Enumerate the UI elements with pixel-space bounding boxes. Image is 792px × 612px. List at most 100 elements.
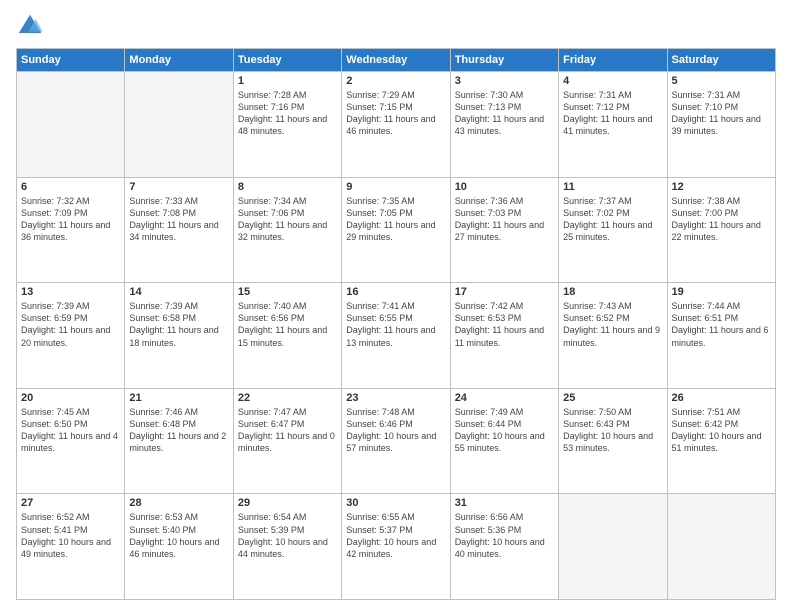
- day-info: Sunrise: 7:31 AMSunset: 7:12 PMDaylight:…: [563, 89, 662, 138]
- header: [16, 12, 776, 40]
- day-number: 30: [346, 497, 445, 509]
- weekday-header-tuesday: Tuesday: [233, 49, 341, 72]
- calendar-cell: 9 Sunrise: 7:35 AMSunset: 7:05 PMDaylight…: [342, 177, 450, 283]
- calendar-cell: 18 Sunrise: 7:43 AMSunset: 6:52 PMDayligh…: [559, 283, 667, 389]
- calendar-cell: 7 Sunrise: 7:33 AMSunset: 7:08 PMDaylight…: [125, 177, 233, 283]
- weekday-header-sunday: Sunday: [17, 49, 125, 72]
- logo-icon: [16, 12, 44, 40]
- day-number: 20: [21, 392, 120, 404]
- calendar-cell: 11Sunrise: 7:37 AMSunset: 7:02 PMDayligh…: [559, 177, 667, 283]
- calendar-cell: [17, 72, 125, 178]
- logo: [16, 12, 48, 40]
- day-number: 23: [346, 392, 445, 404]
- calendar-cell: 10 Sunrise: 7:36 AMSunset: 7:03 PMDayligh…: [450, 177, 558, 283]
- day-number: 17: [455, 286, 554, 298]
- weekday-header-monday: Monday: [125, 49, 233, 72]
- day-number: 19: [672, 286, 771, 298]
- day-number: 24: [455, 392, 554, 404]
- day-number: 22: [238, 392, 337, 404]
- calendar-cell: 31Sunrise: 6:56 AMSunset: 5:36 PMDayligh…: [450, 494, 558, 600]
- day-number: 14: [129, 286, 228, 298]
- day-number: 7: [129, 181, 228, 193]
- day-info: Sunrise: 7:39 AMSunset: 6:58 PMDaylight:…: [129, 300, 228, 349]
- day-info: Sunrise: 7:33 AMSunset: 7:08 PMDaylight:…: [129, 195, 228, 244]
- day-info: Sunrise: 7:40 AMSunset: 6:56 PMDaylight:…: [238, 300, 337, 349]
- day-number: 8: [238, 181, 337, 193]
- calendar-week-row: 6 Sunrise: 7:32 AMSunset: 7:09 PMDaylight…: [17, 177, 776, 283]
- calendar-cell: 19 Sunrise: 7:44 AMSunset: 6:51 PMDayligh…: [667, 283, 775, 389]
- calendar-cell: 29 Sunrise: 6:54 AMSunset: 5:39 PMDayligh…: [233, 494, 341, 600]
- day-number: 9: [346, 181, 445, 193]
- day-number: 29: [238, 497, 337, 509]
- day-info: Sunrise: 7:41 AMSunset: 6:55 PMDaylight:…: [346, 300, 445, 349]
- calendar-cell: 1Sunrise: 7:28 AMSunset: 7:16 PMDaylight…: [233, 72, 341, 178]
- calendar-cell: 3 Sunrise: 7:30 AMSunset: 7:13 PMDaylight…: [450, 72, 558, 178]
- weekday-header-row: SundayMondayTuesdayWednesdayThursdayFrid…: [17, 49, 776, 72]
- day-number: 16: [346, 286, 445, 298]
- calendar-cell: [125, 72, 233, 178]
- calendar-cell: 2 Sunrise: 7:29 AMSunset: 7:15 PMDaylight…: [342, 72, 450, 178]
- day-number: 26: [672, 392, 771, 404]
- day-info: Sunrise: 7:36 AMSunset: 7:03 PMDaylight:…: [455, 195, 554, 244]
- calendar-cell: 24Sunrise: 7:49 AMSunset: 6:44 PMDayligh…: [450, 388, 558, 494]
- calendar-cell: 20 Sunrise: 7:45 AMSunset: 6:50 PMDayligh…: [17, 388, 125, 494]
- day-number: 10: [455, 181, 554, 193]
- page: SundayMondayTuesdayWednesdayThursdayFrid…: [0, 0, 792, 612]
- day-info: Sunrise: 7:34 AMSunset: 7:06 PMDaylight:…: [238, 195, 337, 244]
- day-info: Sunrise: 7:32 AMSunset: 7:09 PMDaylight:…: [21, 195, 120, 244]
- calendar-cell: 26Sunrise: 7:51 AMSunset: 6:42 PMDayligh…: [667, 388, 775, 494]
- day-number: 31: [455, 497, 554, 509]
- calendar-cell: 6 Sunrise: 7:32 AMSunset: 7:09 PMDaylight…: [17, 177, 125, 283]
- calendar-week-row: 1Sunrise: 7:28 AMSunset: 7:16 PMDaylight…: [17, 72, 776, 178]
- day-number: 2: [346, 75, 445, 87]
- calendar-cell: 27 Sunrise: 6:52 AMSunset: 5:41 PMDayligh…: [17, 494, 125, 600]
- calendar-cell: 4 Sunrise: 7:31 AMSunset: 7:12 PMDaylight…: [559, 72, 667, 178]
- day-number: 12: [672, 181, 771, 193]
- day-number: 5: [672, 75, 771, 87]
- day-info: Sunrise: 7:30 AMSunset: 7:13 PMDaylight:…: [455, 89, 554, 138]
- day-number: 25: [563, 392, 662, 404]
- day-info: Sunrise: 7:47 AMSunset: 6:47 PMDaylight:…: [238, 406, 337, 455]
- day-info: Sunrise: 6:55 AMSunset: 5:37 PMDaylight:…: [346, 511, 445, 560]
- calendar-cell: 5 Sunrise: 7:31 AMSunset: 7:10 PMDaylight…: [667, 72, 775, 178]
- day-info: Sunrise: 7:31 AMSunset: 7:10 PMDaylight:…: [672, 89, 771, 138]
- calendar-cell: 13 Sunrise: 7:39 AMSunset: 6:59 PMDayligh…: [17, 283, 125, 389]
- day-number: 27: [21, 497, 120, 509]
- calendar-cell: 12 Sunrise: 7:38 AMSunset: 7:00 PMDayligh…: [667, 177, 775, 283]
- day-number: 4: [563, 75, 662, 87]
- day-info: Sunrise: 7:39 AMSunset: 6:59 PMDaylight:…: [21, 300, 120, 349]
- day-info: Sunrise: 7:38 AMSunset: 7:00 PMDaylight:…: [672, 195, 771, 244]
- day-info: Sunrise: 7:35 AMSunset: 7:05 PMDaylight:…: [346, 195, 445, 244]
- calendar-cell: 8 Sunrise: 7:34 AMSunset: 7:06 PMDaylight…: [233, 177, 341, 283]
- day-number: 28: [129, 497, 228, 509]
- day-info: Sunrise: 6:52 AMSunset: 5:41 PMDaylight:…: [21, 511, 120, 560]
- calendar-table: SundayMondayTuesdayWednesdayThursdayFrid…: [16, 48, 776, 600]
- day-number: 3: [455, 75, 554, 87]
- day-info: Sunrise: 6:53 AMSunset: 5:40 PMDaylight:…: [129, 511, 228, 560]
- calendar-cell: 22 Sunrise: 7:47 AMSunset: 6:47 PMDayligh…: [233, 388, 341, 494]
- day-info: Sunrise: 7:46 AMSunset: 6:48 PMDaylight:…: [129, 406, 228, 455]
- day-info: Sunrise: 7:45 AMSunset: 6:50 PMDaylight:…: [21, 406, 120, 455]
- calendar-cell: 30 Sunrise: 6:55 AMSunset: 5:37 PMDayligh…: [342, 494, 450, 600]
- weekday-header-wednesday: Wednesday: [342, 49, 450, 72]
- day-info: Sunrise: 7:43 AMSunset: 6:52 PMDaylight:…: [563, 300, 662, 349]
- day-info: Sunrise: 7:44 AMSunset: 6:51 PMDaylight:…: [672, 300, 771, 349]
- calendar-cell: [559, 494, 667, 600]
- calendar-cell: 15 Sunrise: 7:40 AMSunset: 6:56 PMDayligh…: [233, 283, 341, 389]
- calendar-cell: 28 Sunrise: 6:53 AMSunset: 5:40 PMDayligh…: [125, 494, 233, 600]
- calendar-cell: 14 Sunrise: 7:39 AMSunset: 6:58 PMDayligh…: [125, 283, 233, 389]
- day-number: 1: [238, 75, 337, 87]
- calendar-cell: 16 Sunrise: 7:41 AMSunset: 6:55 PMDayligh…: [342, 283, 450, 389]
- calendar-cell: 25 Sunrise: 7:50 AMSunset: 6:43 PMDayligh…: [559, 388, 667, 494]
- calendar-cell: 21 Sunrise: 7:46 AMSunset: 6:48 PMDayligh…: [125, 388, 233, 494]
- day-number: 21: [129, 392, 228, 404]
- day-info: Sunrise: 7:42 AMSunset: 6:53 PMDaylight:…: [455, 300, 554, 349]
- day-number: 6: [21, 181, 120, 193]
- day-info: Sunrise: 7:50 AMSunset: 6:43 PMDaylight:…: [563, 406, 662, 455]
- calendar-cell: 23Sunrise: 7:48 AMSunset: 6:46 PMDayligh…: [342, 388, 450, 494]
- day-info: Sunrise: 6:54 AMSunset: 5:39 PMDaylight:…: [238, 511, 337, 560]
- day-number: 13: [21, 286, 120, 298]
- day-info: Sunrise: 7:29 AMSunset: 7:15 PMDaylight:…: [346, 89, 445, 138]
- day-number: 18: [563, 286, 662, 298]
- day-number: 15: [238, 286, 337, 298]
